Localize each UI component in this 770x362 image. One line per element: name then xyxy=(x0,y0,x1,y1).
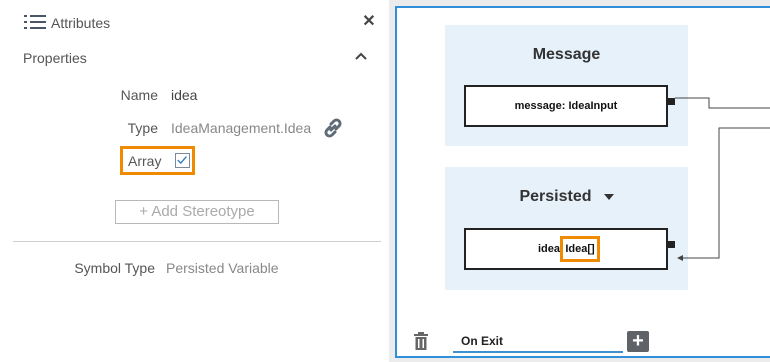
message-node[interactable]: message: IdeaInput xyxy=(464,85,668,127)
section-title-properties: Properties xyxy=(23,50,87,66)
chevron-up-icon[interactable] xyxy=(354,50,368,62)
name-label: Name xyxy=(120,87,158,103)
type-label: Type xyxy=(127,120,158,136)
panel-header: Attributes ✕ xyxy=(0,0,389,44)
diagram-canvas[interactable]: Message message: IdeaInput Persisted ide… xyxy=(395,6,770,358)
link-icon[interactable] xyxy=(321,116,345,140)
persisted-title-text: Persisted xyxy=(519,188,592,205)
message-port[interactable] xyxy=(668,98,675,105)
message-block-title: Message xyxy=(532,46,601,63)
name-value[interactable]: idea xyxy=(171,87,197,103)
symbol-type-value: Persisted Variable xyxy=(166,260,279,276)
persisted-block-title[interactable]: Persisted xyxy=(445,188,688,206)
tab-on-exit[interactable]: On Exit xyxy=(453,333,623,353)
divider xyxy=(13,241,381,242)
close-icon[interactable]: ✕ xyxy=(362,13,376,31)
add-stereotype-button[interactable]: + Add Stereotype xyxy=(115,200,279,224)
message-block[interactable]: Message message: IdeaInput xyxy=(445,25,688,146)
panel-title: Attributes xyxy=(51,15,111,31)
message-node-label: message: IdeaInput xyxy=(514,100,618,112)
footer-bar: On Exit + xyxy=(397,326,770,360)
caret-down-icon[interactable] xyxy=(603,193,614,200)
array-checkbox[interactable] xyxy=(175,153,190,168)
persisted-block[interactable]: Persisted idea Idea[] xyxy=(445,167,688,290)
symbol-type-label: Symbol Type xyxy=(74,260,155,276)
type-value: IdeaManagement.Idea xyxy=(171,120,312,136)
array-label: Array xyxy=(128,153,162,169)
persisted-port[interactable] xyxy=(668,241,675,248)
persisted-node-name: idea xyxy=(538,243,561,255)
trash-icon[interactable] xyxy=(413,332,429,350)
checkmark-icon xyxy=(177,156,187,165)
add-tab-button[interactable]: + xyxy=(627,331,649,352)
persisted-node-type-highlight: Idea[] xyxy=(560,236,600,262)
persisted-node-type: Idea[] xyxy=(565,243,595,255)
persisted-node[interactable]: idea Idea[] xyxy=(464,228,668,270)
array-field-highlight: Array xyxy=(120,146,195,175)
attributes-panel: Attributes ✕ Properties Name idea Type I… xyxy=(0,0,389,362)
list-icon xyxy=(24,15,46,31)
